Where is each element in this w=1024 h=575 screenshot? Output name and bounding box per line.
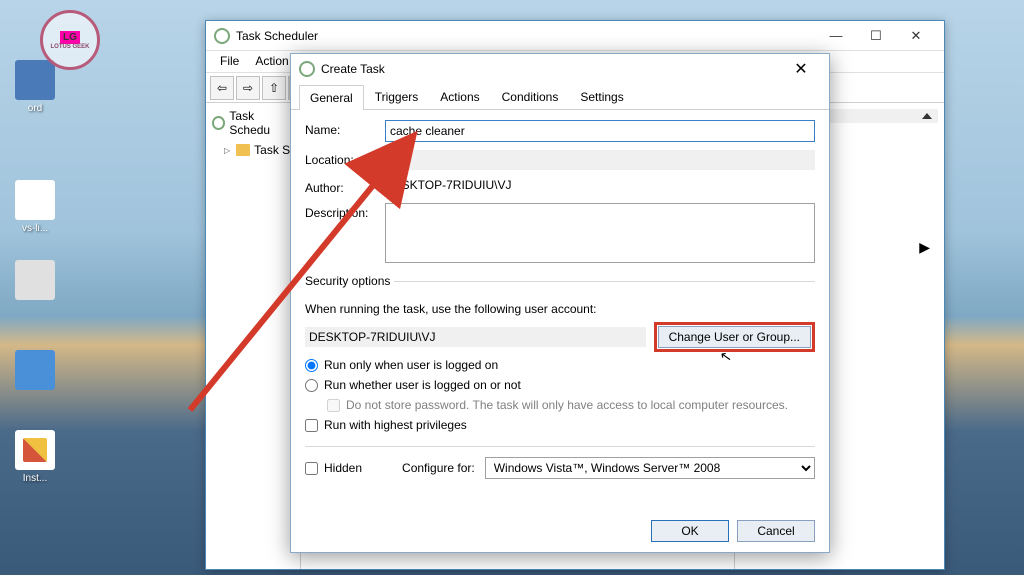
desktop-icon[interactable]: vs-li... [5, 180, 65, 234]
description-input[interactable] [385, 203, 815, 263]
security-legend: Security options [305, 274, 394, 288]
author-value: DESKTOP-7RIDUIU\VJ [385, 178, 511, 192]
highest-privileges-label: Run with highest privileges [324, 418, 467, 432]
logo-brand: LOTUS GEEK [50, 44, 89, 50]
desktop-icon[interactable]: ord [5, 60, 65, 114]
forward-button[interactable]: ⇨ [236, 76, 260, 100]
running-account-label: When running the task, use the following… [305, 302, 815, 316]
dialog-titlebar[interactable]: Create Task ✕ [291, 54, 829, 84]
security-options-group: Security options When running the task, … [305, 274, 815, 438]
no-store-password-checkbox [327, 399, 340, 412]
create-task-dialog: Create Task ✕ General Triggers Actions C… [290, 53, 830, 553]
clock-icon [212, 116, 225, 130]
run-whether-label: Run whether user is logged on or not [324, 378, 521, 392]
change-user-button[interactable]: Change User or Group... [658, 326, 811, 348]
description-label: Description: [305, 203, 385, 220]
maximize-button[interactable]: ☐ [856, 22, 896, 50]
hidden-checkbox[interactable] [305, 462, 318, 475]
location-value: \ [385, 150, 815, 170]
tab-triggers[interactable]: Triggers [364, 84, 430, 109]
menu-file[interactable]: File [212, 51, 247, 72]
run-whether-radio[interactable] [305, 379, 318, 392]
cancel-button[interactable]: Cancel [737, 520, 815, 542]
desktop-icon[interactable] [5, 350, 65, 393]
back-button[interactable]: ⇦ [210, 76, 234, 100]
tabbar: General Triggers Actions Conditions Sett… [291, 84, 829, 110]
clock-icon [299, 61, 315, 77]
run-logged-on-radio[interactable] [305, 359, 318, 372]
highest-privileges-checkbox[interactable] [305, 419, 318, 432]
name-input[interactable] [385, 120, 815, 142]
logo-watermark: LG LOTUS GEEK [40, 10, 100, 70]
up-button[interactable]: ⇧ [262, 76, 286, 100]
logo-initials: LG [60, 31, 80, 44]
tab-general[interactable]: General [299, 85, 364, 110]
window-title: Task Scheduler [236, 29, 816, 43]
tab-actions[interactable]: Actions [429, 84, 490, 109]
tab-settings[interactable]: Settings [569, 84, 634, 109]
tree-panel: Task Schedu Task S [206, 103, 301, 569]
close-button[interactable]: ✕ [896, 22, 936, 50]
author-label: Author: [305, 178, 385, 195]
tab-conditions[interactable]: Conditions [491, 84, 570, 109]
close-button[interactable]: ✕ [781, 59, 821, 79]
tree-child-library[interactable]: Task S [222, 141, 296, 159]
folder-icon [236, 144, 250, 156]
hidden-label: Hidden [324, 461, 362, 475]
ok-button[interactable]: OK [651, 520, 729, 542]
tree-root[interactable]: Task Schedu [210, 107, 296, 139]
location-label: Location: [305, 150, 385, 167]
configure-for-label: Configure for: [402, 461, 475, 475]
configure-for-select[interactable]: Windows Vista™, Windows Server™ 2008 [485, 457, 815, 479]
titlebar[interactable]: Task Scheduler — ☐ ✕ [206, 21, 944, 51]
dialog-title: Create Task [321, 62, 781, 76]
run-logged-on-label: Run only when user is logged on [324, 358, 498, 372]
annotation-highlight: Change User or Group... [654, 322, 815, 352]
no-store-password-label: Do not store password. The task will onl… [346, 398, 788, 412]
desktop-icon[interactable]: Inst... [5, 430, 65, 484]
account-value: DESKTOP-7RIDUIU\VJ [305, 327, 646, 347]
minimize-button[interactable]: — [816, 22, 856, 50]
clock-icon [214, 28, 230, 44]
desktop-icon[interactable] [5, 260, 65, 303]
name-label: Name: [305, 120, 385, 137]
collapse-icon [922, 113, 932, 119]
